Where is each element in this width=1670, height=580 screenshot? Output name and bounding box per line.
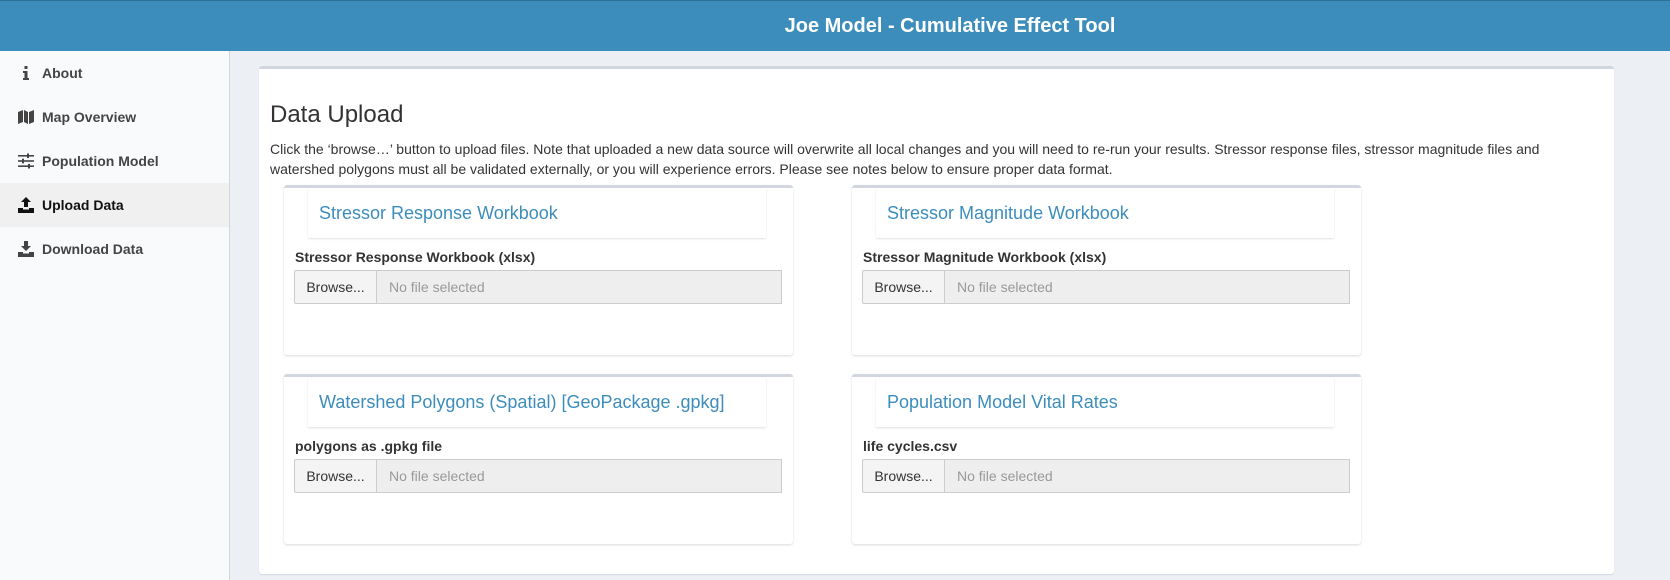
browse-button[interactable]: Browse... [294, 270, 377, 304]
stressor-response-card: Stressor Response Workbook Stressor Resp… [284, 185, 793, 355]
browse-button[interactable]: Browse... [294, 459, 377, 493]
card-title: Stressor Response Workbook [308, 188, 766, 238]
info-icon [17, 65, 35, 81]
file-input-label: polygons as .gpkg file [295, 438, 443, 454]
file-input-label: Stressor Magnitude Workbook (xlsx) [863, 249, 1107, 265]
stressor-magnitude-card: Stressor Magnitude Workbook Stressor Mag… [852, 185, 1361, 355]
file-name-field[interactable]: No file selected [377, 459, 782, 493]
population-vital-rates-card: Population Model Vital Rates life cycles… [852, 374, 1361, 544]
file-name-field[interactable]: No file selected [377, 270, 782, 304]
browse-button[interactable]: Browse... [862, 459, 945, 493]
page-description: Click the ‘browse…’ button to upload fil… [270, 141, 1540, 177]
sidebar-item-label: Map Overview [42, 109, 137, 125]
watershed-polygons-card: Watershed Polygons (Spatial) [GeoPackage… [284, 374, 793, 544]
sidebar-item-map-overview[interactable]: Map Overview [0, 95, 229, 139]
sidebar-item-upload-data[interactable]: Upload Data [0, 183, 229, 227]
sidebar: About Map Overview Population Model Uplo… [0, 51, 230, 580]
map-icon [17, 109, 35, 125]
sidebar-item-label: Population Model [42, 153, 159, 169]
sidebar-item-about[interactable]: About [0, 51, 229, 95]
browse-button[interactable]: Browse... [862, 270, 945, 304]
file-name-field[interactable]: No file selected [945, 459, 1350, 493]
content-area: Data Upload Click the ‘browse…’ button t… [231, 51, 1670, 580]
sidebar-item-label: About [42, 65, 83, 81]
sliders-icon [17, 153, 35, 169]
upload-icon [17, 197, 35, 213]
card-title: Stressor Magnitude Workbook [876, 188, 1334, 238]
app-title: Joe Model - Cumulative Effect Tool [784, 15, 1116, 37]
file-input-label: life cycles.csv [863, 438, 958, 454]
card-title: Population Model Vital Rates [876, 377, 1334, 427]
download-icon [17, 241, 35, 257]
sidebar-item-download-data[interactable]: Download Data [0, 227, 229, 271]
file-upload-group: Browse... No file selected [862, 459, 1350, 493]
file-upload-group: Browse... No file selected [862, 270, 1350, 304]
sidebar-item-label: Upload Data [42, 197, 124, 213]
data-upload-box: Data Upload Click the ‘browse…’ button t… [259, 66, 1614, 574]
top-header: Joe Model - Cumulative Effect Tool [0, 0, 1670, 51]
card-title: Watershed Polygons (Spatial) [GeoPackage… [308, 377, 766, 427]
page-title: Data Upload [270, 101, 404, 128]
file-name-field[interactable]: No file selected [945, 270, 1350, 304]
file-upload-group: Browse... No file selected [294, 270, 782, 304]
file-upload-group: Browse... No file selected [294, 459, 782, 493]
sidebar-item-population-model[interactable]: Population Model [0, 139, 229, 183]
sidebar-item-label: Download Data [42, 241, 144, 257]
file-input-label: Stressor Response Workbook (xlsx) [295, 249, 536, 265]
